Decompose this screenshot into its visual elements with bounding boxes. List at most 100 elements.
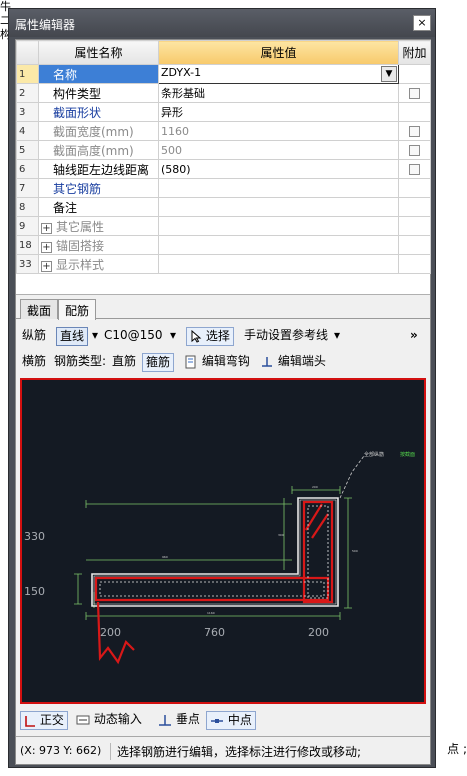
- property-row[interactable]: 3 截面形状 异形: [16, 102, 431, 122]
- manual-dropdown-icon[interactable]: ▾: [334, 327, 340, 346]
- property-editor-window: 属性编辑器 × 属性名称 属性值 附加 1 名称 ▼ ZDYX-1 2 构件类型 条形基础 3…: [8, 8, 436, 768]
- edit-end-button[interactable]: 编辑端头: [260, 353, 326, 372]
- property-row[interactable]: 8 备注: [16, 197, 431, 217]
- close-icon[interactable]: ×: [413, 15, 431, 31]
- add-cell: [398, 102, 431, 122]
- add-cell[interactable]: [398, 159, 431, 179]
- property-row[interactable]: 6 轴线距左边线距离 (580): [16, 159, 431, 179]
- rebar-spec-field[interactable]: C10@150: [104, 327, 163, 346]
- hook-icon: [185, 355, 196, 368]
- rebar-dashes: [99, 505, 329, 599]
- row-index: 2: [16, 83, 39, 103]
- property-value-text: ZDYX-1: [161, 66, 202, 79]
- property-row[interactable]: 18 + 锚固搭接: [16, 235, 431, 255]
- property-value[interactable]: [158, 197, 399, 217]
- dim-200-left[interactable]: 200: [100, 626, 121, 639]
- row-index: 18: [16, 235, 39, 255]
- property-value[interactable]: ▼ ZDYX-1: [158, 64, 399, 84]
- property-value-text: 异形: [161, 106, 183, 119]
- midpoint-toggle[interactable]: 中点: [206, 711, 256, 730]
- property-value[interactable]: [158, 216, 399, 236]
- property-row[interactable]: 7 其它钢筋: [16, 178, 431, 198]
- expand-icon[interactable]: +: [41, 222, 52, 234]
- property-name-label: 构件类型: [53, 86, 102, 101]
- dynamic-input-icon: [76, 715, 90, 724]
- property-row[interactable]: 4 截面宽度(mm) 1160: [16, 121, 431, 141]
- dim-150[interactable]: 150: [24, 585, 45, 598]
- property-row[interactable]: 9 + 其它属性: [16, 216, 431, 236]
- property-name[interactable]: 名称: [38, 64, 159, 84]
- stirrup-button[interactable]: 箍筋: [142, 353, 175, 372]
- manual-reference-line-button[interactable]: 手动设置参考线: [244, 327, 328, 346]
- property-name[interactable]: 截面形状: [38, 102, 159, 122]
- property-name[interactable]: 备注: [38, 197, 159, 217]
- property-row[interactable]: 5 截面高度(mm) 500: [16, 140, 431, 160]
- midpoint-label: 中点: [227, 713, 252, 727]
- line-button[interactable]: 直线: [56, 327, 89, 346]
- dim-330[interactable]: 330: [24, 530, 45, 543]
- property-name[interactable]: + 显示样式: [38, 254, 159, 274]
- property-value[interactable]: [158, 254, 399, 274]
- property-grid: 属性名称 属性值 附加 1 名称 ▼ ZDYX-1 2 构件类型 条形基础 3 截面形状 异形 4 截…: [16, 40, 431, 295]
- property-value[interactable]: (580): [158, 159, 399, 179]
- tab-section[interactable]: 截面: [20, 299, 59, 319]
- grid-corner: [16, 40, 39, 65]
- header-property-value: 属性值: [158, 40, 399, 65]
- dim-200-right[interactable]: 200: [308, 626, 329, 639]
- expand-icon[interactable]: +: [41, 241, 52, 253]
- dim-760[interactable]: 760: [204, 626, 225, 639]
- select-label: 选择: [205, 329, 230, 343]
- perpendicular-toggle[interactable]: 垂点: [158, 711, 200, 730]
- edit-hook-button[interactable]: 编辑弯钩: [184, 353, 250, 372]
- add-checkbox[interactable]: [409, 126, 420, 137]
- dynamic-input-toggle[interactable]: 动态输入: [76, 711, 142, 730]
- ortho-icon: [25, 715, 35, 727]
- add-cell[interactable]: [398, 140, 431, 160]
- property-name-label: 显示样式: [56, 257, 105, 272]
- add-checkbox[interactable]: [409, 145, 420, 156]
- property-name-label: 截面高度(mm): [53, 143, 134, 158]
- property-name[interactable]: + 其它属性: [38, 216, 159, 236]
- title-bar[interactable]: 属性编辑器 ×: [9, 9, 435, 37]
- ortho-toggle[interactable]: 正交: [20, 711, 68, 730]
- property-row[interactable]: 2 构件类型 条形基础: [16, 83, 431, 103]
- select-button[interactable]: 选择: [186, 327, 234, 346]
- add-checkbox[interactable]: [409, 88, 420, 99]
- property-row[interactable]: 1 名称 ▼ ZDYX-1: [16, 64, 431, 84]
- add-checkbox[interactable]: [409, 164, 420, 175]
- line-dropdown-icon[interactable]: ▾: [92, 327, 98, 346]
- property-value[interactable]: 条形基础: [158, 83, 399, 103]
- perpendicular-icon: [159, 714, 171, 726]
- property-name[interactable]: + 锚固搭接: [38, 235, 159, 255]
- property-value[interactable]: 异形: [158, 102, 399, 122]
- section-annotation[interactable]: 按截面: [400, 451, 415, 458]
- section-drawing-canvas[interactable]: 全部纵筋 按截面 200 960 1160 300 500 330 150 20…: [20, 378, 426, 704]
- property-value[interactable]: 1160: [158, 121, 399, 141]
- rebar-dropdown-icon[interactable]: ▾: [170, 327, 176, 346]
- property-name[interactable]: 轴线距左边线距离: [38, 159, 159, 179]
- property-name[interactable]: 构件类型: [38, 83, 159, 103]
- row-index: 33: [16, 254, 39, 274]
- annotation-leader-line: [339, 455, 365, 499]
- overflow-chevron-icon[interactable]: »: [410, 327, 418, 346]
- property-value[interactable]: [158, 178, 399, 198]
- row-index: 6: [16, 159, 39, 179]
- value-dropdown-icon[interactable]: ▼: [381, 66, 397, 82]
- property-name[interactable]: 截面高度(mm): [38, 140, 159, 160]
- add-cell[interactable]: [398, 83, 431, 103]
- section-drawing: 全部纵筋 按截面 200 960 1160 300 500 330 150 20…: [24, 451, 415, 665]
- add-cell[interactable]: [398, 121, 431, 141]
- straight-rebar-button[interactable]: 直筋: [112, 353, 136, 372]
- property-name[interactable]: 其它钢筋: [38, 178, 159, 198]
- expand-icon[interactable]: +: [41, 260, 52, 272]
- all-rebar-annotation[interactable]: 全部纵筋: [364, 451, 384, 458]
- tab-reinforcement[interactable]: 配筋: [58, 299, 97, 320]
- property-name-label: 锚固搭接: [56, 238, 105, 253]
- property-row[interactable]: 33 + 显示样式: [16, 254, 431, 274]
- add-cell: [398, 64, 431, 84]
- property-value[interactable]: 500: [158, 140, 399, 160]
- property-name[interactable]: 截面宽度(mm): [38, 121, 159, 141]
- property-value[interactable]: [158, 235, 399, 255]
- add-cell: [398, 254, 431, 274]
- row-index: 9: [16, 216, 39, 236]
